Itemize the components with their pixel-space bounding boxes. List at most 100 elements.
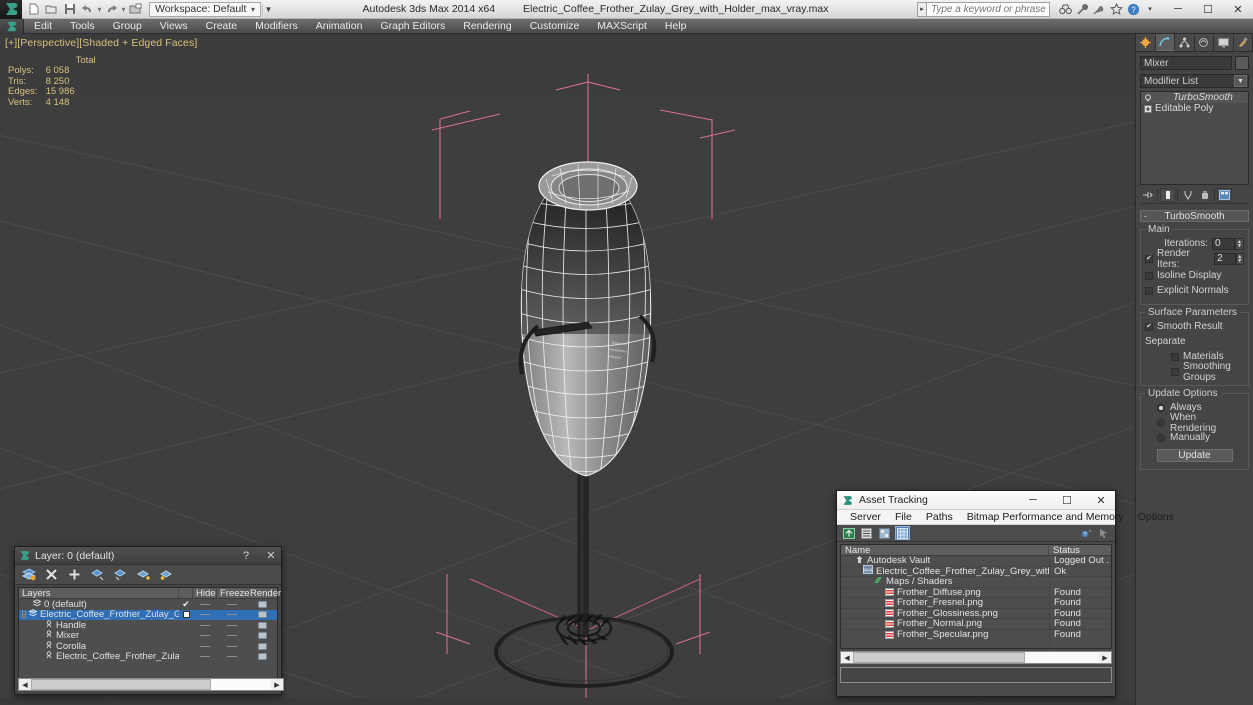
turbosmooth-rollout-header[interactable]: - TurboSmooth bbox=[1140, 210, 1249, 222]
save-file-icon[interactable] bbox=[61, 1, 78, 17]
collapse-icon[interactable]: - bbox=[1144, 211, 1147, 221]
table-row[interactable]: Mixer bbox=[19, 630, 277, 641]
layer-render-cell[interactable] bbox=[247, 642, 277, 650]
hscroll-thumb[interactable] bbox=[31, 679, 211, 690]
modifier-stack[interactable]: TurboSmooth Editable Poly bbox=[1140, 91, 1249, 185]
menu-graph-editors[interactable]: Graph Editors bbox=[371, 19, 454, 34]
new-file-icon[interactable] bbox=[25, 1, 42, 17]
expand-icon[interactable]: - bbox=[22, 611, 26, 619]
app-logo-icon[interactable] bbox=[0, 0, 22, 19]
menu-create[interactable]: Create bbox=[197, 19, 247, 34]
layer-render-cell[interactable] bbox=[247, 632, 277, 640]
menu-views[interactable]: Views bbox=[151, 19, 197, 34]
layer-freeze-cell[interactable] bbox=[217, 635, 247, 637]
lightbulb-icon[interactable] bbox=[1143, 93, 1152, 102]
star-icon[interactable] bbox=[1109, 2, 1123, 16]
iterations-spinner[interactable]: ▲ ▼ bbox=[1235, 237, 1244, 250]
open-file-icon[interactable] bbox=[43, 1, 60, 17]
help-question-icon[interactable]: ? bbox=[1078, 526, 1093, 540]
search-dropdown-icon[interactable]: ▸ bbox=[917, 1, 926, 17]
render-iters-checkbox[interactable] bbox=[1145, 254, 1153, 263]
object-name-input[interactable]: Mixer bbox=[1140, 56, 1232, 70]
add-to-layer-icon[interactable] bbox=[67, 567, 82, 582]
smoothing-groups-checkbox[interactable] bbox=[1171, 367, 1179, 376]
grid-view-icon[interactable] bbox=[895, 526, 910, 540]
pin-stack-icon[interactable] bbox=[1140, 188, 1155, 202]
layer-hide-cell[interactable] bbox=[193, 624, 217, 626]
asset-list[interactable]: Name Status Autodesk Vault Logged Out . … bbox=[840, 544, 1112, 650]
layer-active-check[interactable]: ✔ bbox=[179, 599, 193, 610]
binoculars-icon[interactable] bbox=[1058, 2, 1072, 16]
minimize-button[interactable]: ─ bbox=[1163, 0, 1193, 19]
asset-menu-bitmap-performance[interactable]: Bitmap Performance and Memory bbox=[960, 510, 1131, 525]
select-highlight-child-icon[interactable] bbox=[136, 567, 151, 582]
manually-radio[interactable] bbox=[1157, 433, 1165, 442]
set-project-folder-icon[interactable] bbox=[127, 1, 144, 17]
asset-tracking-dialog[interactable]: Asset Tracking ─ ☐ ✕ Server File Paths B… bbox=[836, 490, 1174, 697]
redo-icon[interactable] bbox=[103, 1, 120, 17]
layer-freeze-cell[interactable] bbox=[217, 614, 247, 616]
table-row[interactable]: Electric_Coffee_Frother_Zulay_Grey_with_… bbox=[19, 651, 277, 662]
viewport-label[interactable]: [+][Perspective][Shaded + Edged Faces] bbox=[5, 37, 197, 49]
undo-icon[interactable] bbox=[79, 1, 96, 17]
asset-menu-options[interactable]: Options bbox=[1131, 510, 1181, 525]
asset-hscrollbar[interactable]: ◀ ▶ bbox=[840, 651, 1112, 664]
asset-menu-file[interactable]: File bbox=[888, 510, 919, 525]
layer-hscrollbar[interactable]: ◀ ▶ bbox=[18, 678, 284, 691]
workspace-dropdown-icon[interactable]: ▼ bbox=[262, 4, 274, 14]
motion-tab[interactable] bbox=[1194, 34, 1214, 51]
materials-checkbox[interactable] bbox=[1171, 352, 1179, 361]
menu-maxscript[interactable]: MAXScript bbox=[588, 19, 656, 34]
layer-freeze-cell[interactable] bbox=[217, 656, 247, 658]
make-unique-icon[interactable] bbox=[1180, 188, 1195, 202]
undo-dropdown-icon[interactable]: ▾ bbox=[97, 5, 102, 14]
layer-render-cell[interactable] bbox=[247, 611, 277, 619]
scroll-left-icon[interactable]: ◀ bbox=[19, 679, 31, 690]
scroll-left-icon[interactable]: ◀ bbox=[841, 652, 853, 663]
refresh-assets-icon[interactable] bbox=[841, 526, 856, 540]
layer-render-cell[interactable] bbox=[247, 621, 277, 629]
menu-modifiers[interactable]: Modifiers bbox=[246, 19, 307, 34]
object-color-swatch[interactable] bbox=[1235, 56, 1249, 70]
menu-animation[interactable]: Animation bbox=[307, 19, 372, 34]
expand-plus-icon[interactable] bbox=[1143, 104, 1152, 113]
asset-close-button[interactable]: ✕ bbox=[1087, 491, 1115, 510]
layer-freeze-cell[interactable] bbox=[217, 603, 247, 605]
search-input[interactable] bbox=[931, 3, 1049, 15]
scroll-right-icon[interactable]: ▶ bbox=[271, 679, 283, 690]
layer-list[interactable]: Layers Hide Freeze Render 0 (default) ✔ bbox=[18, 587, 281, 685]
menu-rendering[interactable]: Rendering bbox=[454, 19, 520, 34]
layer-hide-cell[interactable] bbox=[193, 635, 217, 637]
table-row[interactable]: Handle bbox=[19, 620, 277, 631]
list-view-icon[interactable] bbox=[859, 526, 874, 540]
table-row[interactable]: 0 (default) ✔ bbox=[19, 599, 277, 610]
explicit-normals-checkbox[interactable] bbox=[1145, 286, 1153, 295]
asset-minimize-button[interactable]: ─ bbox=[1019, 491, 1047, 510]
help-icon[interactable]: ? bbox=[1126, 2, 1140, 16]
smooth-result-checkbox[interactable] bbox=[1145, 322, 1153, 331]
modify-tab[interactable] bbox=[1155, 34, 1175, 51]
help-dropdown-icon[interactable]: ▾ bbox=[1143, 2, 1157, 16]
show-end-result-icon[interactable] bbox=[1160, 188, 1175, 202]
satellite-icon[interactable] bbox=[1092, 2, 1106, 16]
menu-help[interactable]: Help bbox=[656, 19, 696, 34]
hierarchy-tab[interactable] bbox=[1175, 34, 1195, 51]
layer-render-cell[interactable] bbox=[247, 653, 277, 661]
layer-freeze-cell[interactable] bbox=[217, 645, 247, 647]
redo-dropdown-icon[interactable]: ▾ bbox=[121, 5, 126, 14]
maximize-button[interactable]: ☐ bbox=[1193, 0, 1223, 19]
utilities-tab[interactable] bbox=[1233, 34, 1253, 51]
asset-maximize-button[interactable]: ☐ bbox=[1053, 491, 1081, 510]
hscroll-track[interactable] bbox=[853, 652, 1099, 663]
layer-help-button[interactable]: ? bbox=[236, 547, 256, 565]
configure-modifier-sets-icon[interactable] bbox=[1217, 188, 1232, 202]
close-button[interactable]: ✕ bbox=[1223, 0, 1253, 19]
select-objects-in-layer-icon[interactable] bbox=[90, 567, 105, 582]
table-row[interactable]: Frother_Normal.png Found bbox=[841, 618, 1111, 630]
help-pointer-icon[interactable] bbox=[1096, 526, 1111, 540]
layer-hide-cell[interactable] bbox=[193, 645, 217, 647]
layer-render-cell[interactable] bbox=[247, 600, 277, 608]
stack-item-editable-poly[interactable]: Editable Poly bbox=[1141, 103, 1248, 114]
menu-edit[interactable]: Edit bbox=[25, 19, 61, 34]
layer-hide-cell[interactable] bbox=[193, 614, 217, 616]
